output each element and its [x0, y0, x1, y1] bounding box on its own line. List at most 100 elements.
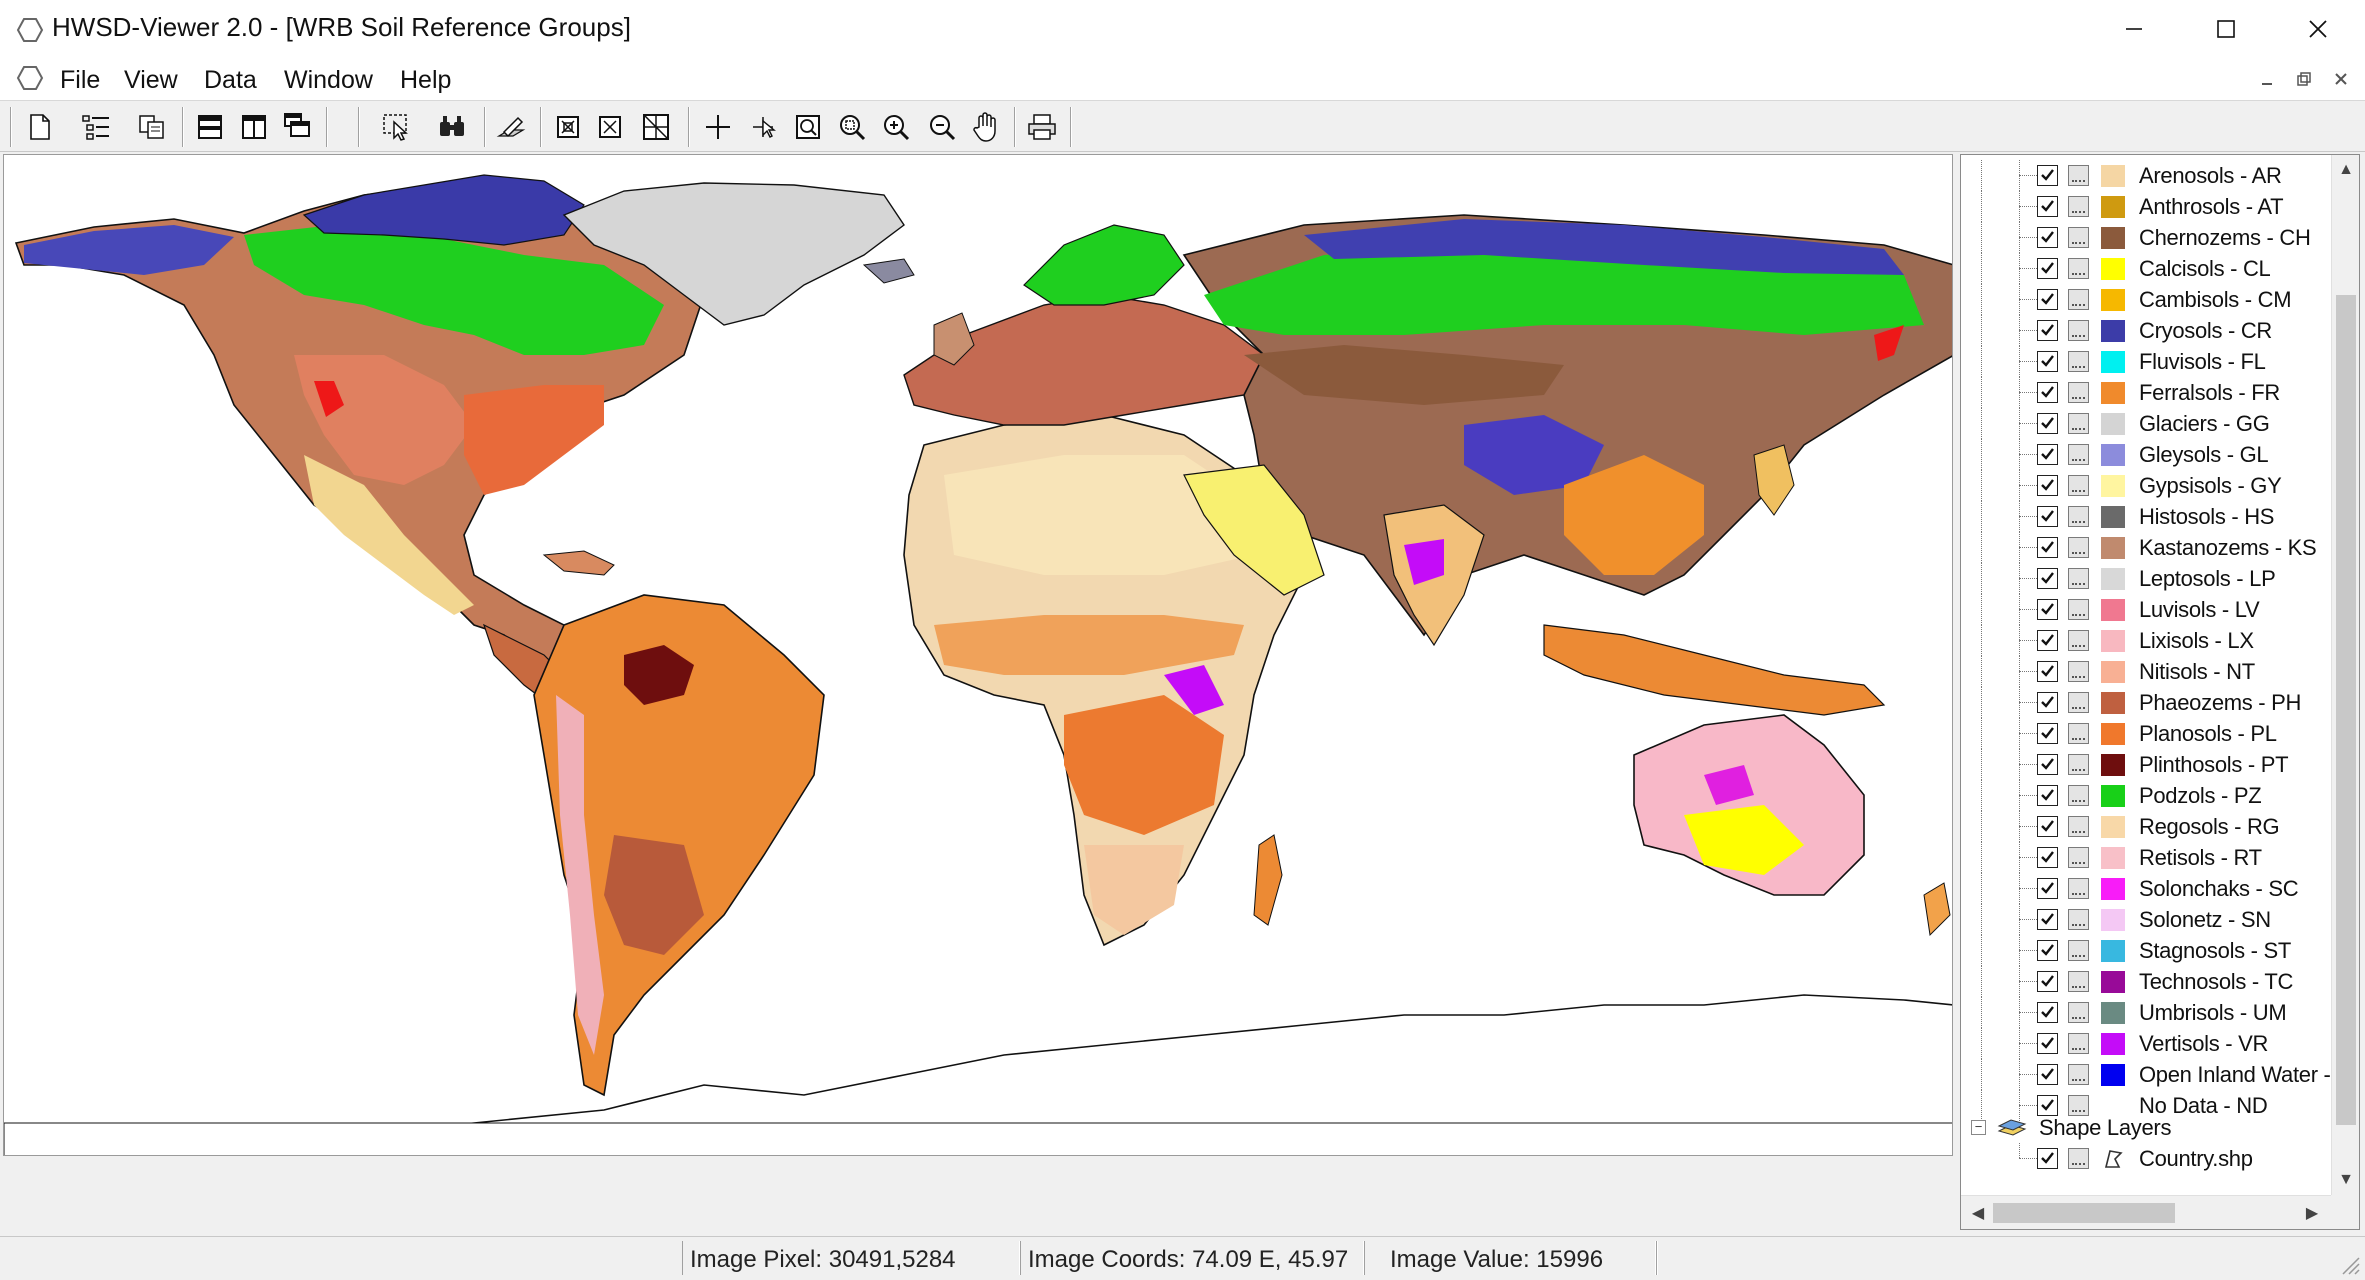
resize-grip-icon[interactable] — [2337, 1252, 2361, 1276]
zoom-out-button[interactable] — [922, 107, 962, 147]
legend-item[interactable]: Cryosols - CR — [1961, 315, 2331, 346]
legend-visible-checkbox[interactable] — [2037, 351, 2058, 372]
maximize-button[interactable] — [2180, 0, 2272, 58]
legend-visible-checkbox[interactable] — [2037, 692, 2058, 713]
legend-vertical-scrollbar[interactable]: ▲ ▼ — [2331, 155, 2359, 1195]
zoom-region-button[interactable] — [832, 107, 872, 147]
menu-view[interactable]: View — [120, 64, 182, 97]
menu-window[interactable]: Window — [280, 64, 377, 97]
scroll-down-icon[interactable]: ▼ — [2335, 1169, 2357, 1191]
legend-option-box[interactable] — [2068, 351, 2089, 372]
child-restore-button[interactable] — [2291, 66, 2317, 92]
shape-layers-group[interactable]: − Shape Layers — [1961, 1112, 2331, 1143]
legend-visible-checkbox[interactable] — [2037, 723, 2058, 744]
pan-button[interactable] — [966, 107, 1006, 147]
child-close-button[interactable] — [2328, 66, 2354, 92]
legend-option-box[interactable] — [2068, 289, 2089, 310]
legend-option-box[interactable] — [2068, 1064, 2089, 1085]
legend-option-box[interactable] — [2068, 878, 2089, 899]
zoom-extent-button[interactable] — [788, 107, 828, 147]
legend-item[interactable]: Solonchaks - SC — [1961, 873, 2331, 904]
split-horizontal-button[interactable] — [190, 107, 230, 147]
child-minimize-button[interactable] — [2254, 66, 2280, 92]
legend-option-box[interactable] — [2068, 785, 2089, 806]
legend-item[interactable]: Histosols - HS — [1961, 501, 2331, 532]
zoom-in-button[interactable] — [876, 107, 916, 147]
crosshair-button[interactable] — [698, 107, 738, 147]
legend-option-box[interactable] — [2068, 382, 2089, 403]
legend-item[interactable]: Technosols - TC — [1961, 966, 2331, 997]
legend-item[interactable]: Leptosols - LP — [1961, 563, 2331, 594]
legend-item[interactable]: Plinthosols - PT — [1961, 749, 2331, 780]
legend-visible-checkbox[interactable] — [2037, 878, 2058, 899]
legend-item[interactable]: Anthrosols - AT — [1961, 191, 2331, 222]
legend-item[interactable]: Umbrisols - UM — [1961, 997, 2331, 1028]
legend-item[interactable]: Gypsisols - GY — [1961, 470, 2331, 501]
legend-option-box[interactable] — [2068, 909, 2089, 930]
legend-item[interactable]: Chernozems - CH — [1961, 222, 2331, 253]
menu-file[interactable]: File — [56, 64, 104, 97]
minimize-button[interactable] — [2088, 0, 2180, 58]
legend-option-box[interactable] — [2068, 847, 2089, 868]
legend-visible-checkbox[interactable] — [2037, 444, 2058, 465]
legend-visible-checkbox[interactable] — [2037, 630, 2058, 651]
legend-visible-checkbox[interactable] — [2037, 847, 2058, 868]
legend-visible-checkbox[interactable] — [2037, 165, 2058, 186]
legend-option-box[interactable] — [2068, 568, 2089, 589]
layer-option-box[interactable] — [2068, 1148, 2089, 1169]
legend-option-box[interactable] — [2068, 599, 2089, 620]
legend-option-box[interactable] — [2068, 413, 2089, 434]
legend-item[interactable]: Fluvisols - FL — [1961, 346, 2331, 377]
legend-option-box[interactable] — [2068, 971, 2089, 992]
legend-item[interactable]: Cambisols - CM — [1961, 284, 2331, 315]
legend-option-box[interactable] — [2068, 196, 2089, 217]
legend-item[interactable]: Nitisols - NT — [1961, 656, 2331, 687]
shape-layer-row[interactable]: Country.shp — [1961, 1143, 2331, 1174]
scroll-left-icon[interactable]: ◀ — [1967, 1202, 1989, 1224]
legend-item[interactable]: Phaeozems - PH — [1961, 687, 2331, 718]
legend-visible-checkbox[interactable] — [2037, 661, 2058, 682]
layer-visible-checkbox[interactable] — [2037, 1148, 2058, 1169]
legend-option-box[interactable] — [2068, 1033, 2089, 1054]
horizontal-scroll-thumb[interactable] — [1993, 1203, 2175, 1223]
legend-horizontal-scrollbar[interactable]: ◀ ▶ — [1961, 1195, 2331, 1229]
legend-item[interactable]: Vertisols - VR — [1961, 1028, 2331, 1059]
legend-item[interactable]: Lixisols - LX — [1961, 625, 2331, 656]
legend-option-box[interactable] — [2068, 630, 2089, 651]
pointer-button[interactable] — [744, 107, 784, 147]
legend-item[interactable]: Kastanozems - KS — [1961, 532, 2331, 563]
legend-visible-checkbox[interactable] — [2037, 940, 2058, 961]
legend-visible-checkbox[interactable] — [2037, 568, 2058, 589]
legend-visible-checkbox[interactable] — [2037, 816, 2058, 837]
legend-visible-checkbox[interactable] — [2037, 537, 2058, 558]
zoom-box-button[interactable] — [548, 107, 588, 147]
legend-option-box[interactable] — [2068, 661, 2089, 682]
legend-item[interactable]: Luvisols - LV — [1961, 594, 2331, 625]
legend-option-box[interactable] — [2068, 258, 2089, 279]
legend-item[interactable]: Solonetz - SN — [1961, 904, 2331, 935]
legend-visible-checkbox[interactable] — [2037, 227, 2058, 248]
legend-item[interactable]: Open Inland Water - — [1961, 1059, 2331, 1090]
legend-option-box[interactable] — [2068, 475, 2089, 496]
legend-item[interactable]: Glaciers - GG — [1961, 408, 2331, 439]
vertical-scroll-thumb[interactable] — [2336, 295, 2356, 1125]
legend-option-box[interactable] — [2068, 506, 2089, 527]
legend-item[interactable]: Regosols - RG — [1961, 811, 2331, 842]
legend-visible-checkbox[interactable] — [2037, 320, 2058, 341]
legend-visible-checkbox[interactable] — [2037, 785, 2058, 806]
legend-option-box[interactable] — [2068, 692, 2089, 713]
menu-data[interactable]: Data — [200, 64, 261, 97]
map-view[interactable] — [3, 154, 1953, 1156]
copy-button[interactable] — [132, 107, 172, 147]
select-button[interactable] — [376, 107, 416, 147]
legend-visible-checkbox[interactable] — [2037, 971, 2058, 992]
legend-item[interactable]: Calcisols - CL — [1961, 253, 2331, 284]
legend-visible-checkbox[interactable] — [2037, 382, 2058, 403]
legend-option-box[interactable] — [2068, 816, 2089, 837]
collapse-toggle-icon[interactable]: − — [1971, 1120, 1986, 1135]
legend-option-box[interactable] — [2068, 444, 2089, 465]
legend-option-box[interactable] — [2068, 940, 2089, 961]
zoom-grid-button[interactable] — [636, 107, 676, 147]
legend-option-box[interactable] — [2068, 754, 2089, 775]
legend-item[interactable]: Gleysols - GL — [1961, 439, 2331, 470]
